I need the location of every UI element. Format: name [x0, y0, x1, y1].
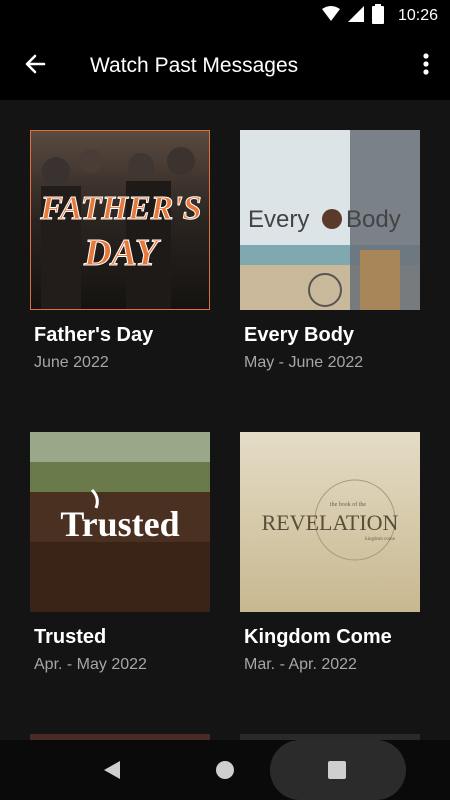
series-card-every-body[interactable]: Every Body Every Body May - June 2022 — [240, 130, 420, 372]
art-text-left: Every — [248, 206, 309, 233]
series-thumbnail[interactable]: Trusted — [30, 432, 210, 612]
system-nav-bar — [0, 740, 450, 800]
series-card-trusted[interactable]: Trusted Trusted Apr. - May 2022 — [30, 432, 210, 674]
series-card-fathers-day[interactable]: FATHER'S DAY Father's Day June 2022 — [30, 130, 210, 372]
more-vert-icon — [423, 52, 429, 80]
signal-icon — [347, 5, 364, 27]
nav-home-button[interactable] — [215, 760, 235, 780]
nav-back-icon — [100, 761, 124, 786]
nav-back-button[interactable] — [100, 758, 124, 782]
overflow-menu-button[interactable] — [402, 32, 450, 100]
nav-home-icon — [215, 761, 235, 784]
status-time: 10:26 — [397, 7, 438, 24]
series-thumbnail[interactable]: Every Body — [240, 130, 420, 310]
series-title: Every Body — [244, 324, 355, 346]
status-bar: 10:26 — [0, 0, 450, 32]
series-thumbnail[interactable]: FATHER'S DAY — [30, 130, 210, 310]
battery-icon — [371, 3, 384, 29]
art-text-line2: DAY — [83, 232, 162, 274]
art-text-small-bottom: kingdom come — [365, 537, 396, 542]
back-button[interactable] — [0, 32, 70, 100]
app-bar: Watch Past Messages — [0, 32, 450, 100]
series-title: Father's Day — [34, 324, 154, 346]
page-title: Watch Past Messages — [90, 54, 299, 77]
nav-recents-button[interactable] — [328, 761, 346, 779]
series-title: Kingdom Come — [244, 626, 392, 648]
wifi-icon — [321, 5, 340, 27]
series-date: June 2022 — [34, 354, 109, 371]
series-title: Trusted — [34, 626, 107, 648]
art-text-small-top: the book of the — [330, 501, 366, 508]
art-text: REVELATION — [262, 510, 399, 535]
series-date: Mar. - Apr. 2022 — [244, 656, 357, 673]
nav-recents-icon — [328, 761, 346, 783]
series-date: May - June 2022 — [244, 354, 364, 371]
series-card-kingdom-come[interactable]: the book of the REVELATION kingdom come … — [240, 432, 420, 674]
series-date: Apr. - May 2022 — [34, 656, 147, 673]
art-text-right: Body — [346, 206, 401, 233]
art-text-line1: FATHER'S — [39, 190, 201, 227]
series-thumbnail[interactable]: the book of the REVELATION kingdom come — [240, 432, 420, 612]
series-grid: FATHER'S DAY Father's Day June 2022 Ever… — [0, 100, 450, 800]
arrow-back-icon — [24, 53, 46, 80]
art-text: Trusted — [60, 504, 179, 544]
